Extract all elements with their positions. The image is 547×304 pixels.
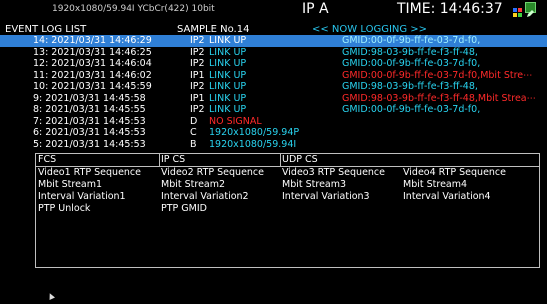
log-port: IP2 (190, 104, 205, 115)
log-datetime: 7: 2021/03/31 14:45:53 (33, 115, 146, 127)
log-datetime: 14: 2021/03/31 14:46:29 (33, 35, 152, 46)
log-row[interactable]: 11: 2021/03/31 14:46:02 IP1 LINK UP GMID:00… (0, 70, 547, 82)
green-edit-icon[interactable] (525, 2, 536, 17)
error-status-header: FCS IP CS UDP CS (36, 154, 539, 167)
log-port: B (190, 138, 197, 150)
log-detail: GMID:98-03-9b-ff-fe-f3-ff-48,Mbit Strea⋯ (342, 92, 537, 104)
status-cell: Interval Variation3 (282, 191, 370, 202)
video-format-label: 1920x1080/59.94I YCbCr(422) 10bit (52, 4, 215, 14)
status-cell: Mbit Stream2 (161, 179, 226, 190)
header-fcs: FCS (38, 154, 57, 165)
log-port: IP2 (190, 81, 205, 92)
log-datetime: 9: 2021/03/31 14:45:58 (33, 92, 146, 104)
log-row[interactable]: 10: 2021/03/31 14:45:59 IP2 LINK UP GMID:98… (0, 81, 547, 93)
status-cell: Video1 RTP Sequence (38, 167, 142, 178)
header-ip-cs: IP CS (161, 154, 186, 165)
log-detail: GMID:98-03-9b-ff-fe-f3-ff-48, (342, 46, 478, 58)
log-event: LINK UP (209, 81, 247, 92)
log-event: LINK UP (209, 69, 247, 81)
log-port: IP2 (190, 35, 205, 46)
event-log-title: EVENT LOG LIST (5, 24, 87, 35)
event-log-list[interactable]: 14: 2021/03/31 14:46:29 IP2 LINK UP GMID:00… (0, 35, 547, 150)
status-cell: PTP Unlock (38, 203, 91, 214)
log-datetime: 11: 2021/03/31 14:46:02 (33, 69, 152, 81)
log-row[interactable]: 7: 2021/03/31 14:45:53 D NO SIGNAL (0, 116, 547, 128)
status-cell: PTP GMID (161, 203, 207, 214)
log-detail: GMID:00-0f-9b-ff-fe-03-7d-f0,Mbit Stre⋯ (342, 69, 533, 81)
status-cell: Interval Variation1 (38, 191, 126, 202)
status-cell: Interval Variation2 (161, 191, 249, 202)
log-event: LINK UP (209, 35, 247, 46)
log-datetime: 13: 2021/03/31 14:46:25 (33, 46, 152, 58)
status-cell: Interval Variation4 (403, 191, 491, 202)
log-detail: GMID:00-0f-9b-ff-fe-03-7d-f0, (342, 35, 481, 46)
log-event: 1920x1080/59.94I (209, 138, 297, 150)
log-event: LINK UP (209, 46, 247, 58)
log-row[interactable]: 9: 2021/03/31 14:45:58 IP1 LINK UP GMID:98-… (0, 93, 547, 105)
log-row[interactable]: 8: 2021/03/31 14:45:55 IP2 LINK UP GMID:00-… (0, 104, 547, 116)
log-port: IP1 (190, 92, 205, 104)
log-row[interactable]: 12: 2021/03/31 14:46:04 IP2 LINK UP GMID:00… (0, 58, 547, 70)
log-detail: GMID:00-0f-9b-ff-fe-03-7d-f0, (342, 58, 481, 69)
log-datetime: 5: 2021/03/31 14:45:53 (33, 138, 146, 150)
log-datetime: 10: 2021/03/31 14:45:59 (33, 81, 152, 92)
ip-channel-label: IP A (302, 1, 329, 17)
log-row[interactable]: 5: 2021/03/31 14:45:53 B 1920x1080/59.94I (0, 139, 547, 151)
log-port: IP2 (190, 58, 205, 69)
status-cell: Mbit Stream1 (38, 179, 103, 190)
log-event: 1920x1080/59.94P (209, 127, 300, 138)
error-status-table: FCS IP CS UDP CS Video1 RTP Sequence Vide… (35, 153, 540, 268)
log-datetime: 12: 2021/03/31 14:46:04 (33, 58, 152, 69)
log-event: LINK UP (209, 92, 247, 104)
log-port: IP1 (190, 69, 205, 81)
multicolor-badge-icon (513, 2, 522, 17)
sample-number: SAMPLE No.14 (177, 24, 250, 35)
log-port: IP2 (190, 46, 205, 58)
log-row[interactable]: 14: 2021/03/31 14:46:29 IP2 LINK UP GMID:00… (0, 35, 547, 47)
log-row[interactable]: 13: 2021/03/31 14:46:25 IP2 LINK UP GMID:98… (0, 47, 547, 59)
log-detail: GMID:98-03-9b-ff-fe-f3-ff-48, (342, 81, 478, 92)
clock-time: TIME: 14:46:37 (397, 1, 503, 17)
status-cell: Video3 RTP Sequence (282, 167, 386, 178)
mouse-cursor-icon (47, 292, 55, 300)
status-cell: Video4 RTP Sequence (403, 167, 507, 178)
status-cell: Video2 RTP Sequence (161, 167, 265, 178)
header-udp-cs: UDP CS (282, 154, 318, 165)
log-port: D (190, 115, 198, 127)
log-detail: GMID:00-0f-9b-ff-fe-03-7d-f0, (342, 104, 481, 115)
log-event: LINK UP (209, 58, 247, 69)
log-event: NO SIGNAL (209, 115, 262, 127)
status-cell: Mbit Stream3 (282, 179, 347, 190)
logging-status: << NOW LOGGING >> (312, 24, 428, 35)
log-datetime: 6: 2021/03/31 14:45:53 (33, 127, 146, 138)
log-port: C (190, 127, 197, 138)
log-datetime: 8: 2021/03/31 14:45:55 (33, 104, 146, 115)
log-event: LINK UP (209, 104, 247, 115)
log-row[interactable]: 6: 2021/03/31 14:45:53 C 1920x1080/59.94P (0, 127, 547, 139)
status-cell: Mbit Stream4 (403, 179, 468, 190)
